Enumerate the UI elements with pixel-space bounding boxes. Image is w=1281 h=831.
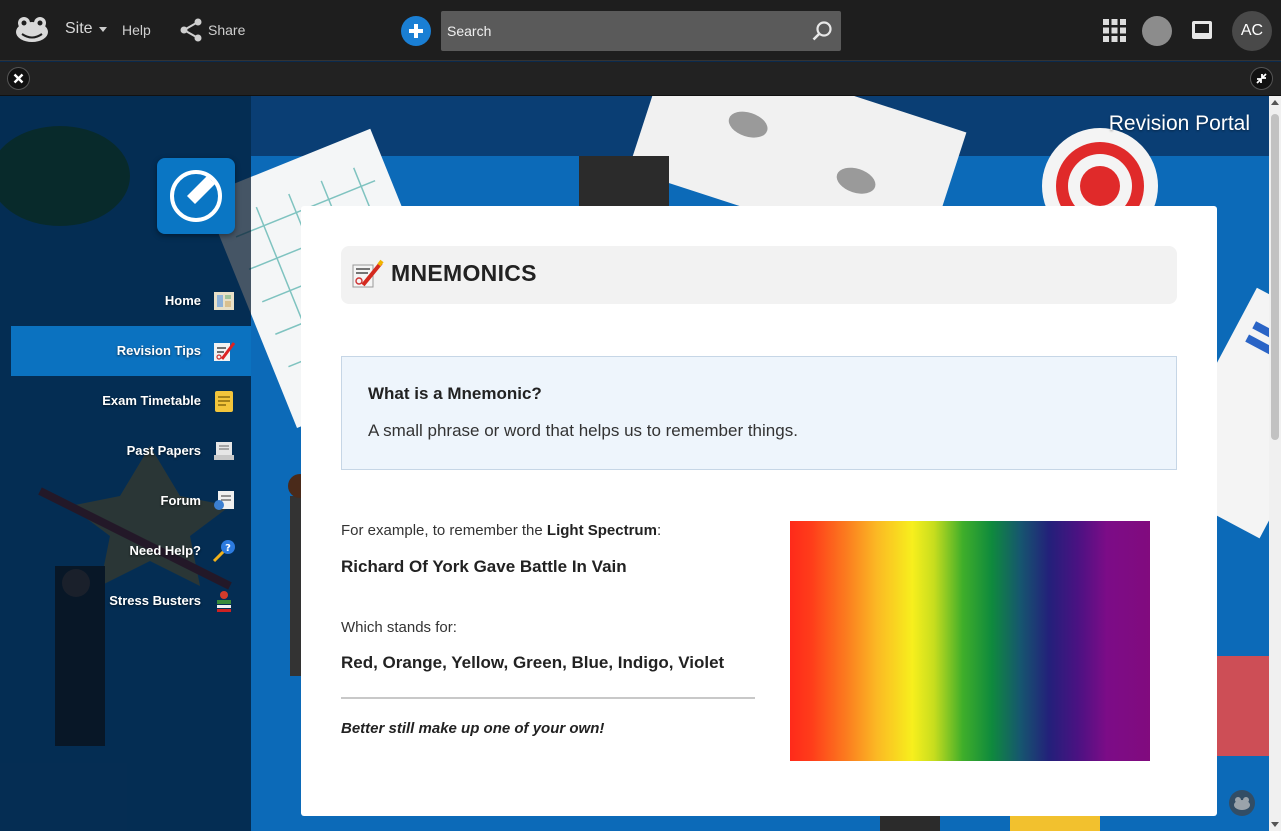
- scrollbar[interactable]: [1269, 96, 1281, 831]
- close-button[interactable]: [7, 67, 30, 90]
- share-icon[interactable]: [179, 17, 203, 43]
- example-intro: For example, to remember the Light Spect…: [341, 522, 661, 539]
- sidebar-item-stress-busters[interactable]: Stress Busters: [11, 576, 251, 626]
- sidebar-item-home[interactable]: Home: [11, 276, 251, 326]
- stands-for-label: Which stands for:: [341, 619, 457, 636]
- avatar[interactable]: AC: [1232, 11, 1272, 51]
- share-link[interactable]: Share: [208, 22, 245, 38]
- mnemonics-icon: [352, 259, 384, 288]
- light-spectrum-image: [790, 521, 1150, 761]
- edit-refresh-icon: [170, 170, 222, 222]
- sidebar-item-label: Revision Tips: [116, 343, 201, 358]
- scroll-thumb[interactable]: [1271, 114, 1279, 440]
- frog-logo-icon[interactable]: [14, 14, 50, 46]
- stress-busters-icon: [217, 591, 231, 612]
- status-indicator[interactable]: [1142, 16, 1172, 46]
- definition-box: What is a Mnemonic? A small phrase or wo…: [341, 356, 1177, 470]
- help-icon: ?: [212, 540, 235, 563]
- sidebar-item-need-help[interactable]: Need Help? ?: [11, 526, 251, 576]
- search-bar: [441, 11, 841, 51]
- search-input[interactable]: [447, 20, 797, 42]
- search-icon[interactable]: [811, 20, 833, 42]
- sidebar-item-label: Forum: [160, 493, 201, 508]
- sidebar-item-label: Need Help?: [129, 543, 201, 558]
- site-menu[interactable]: Site: [65, 20, 93, 38]
- example-intro-topic: Light Spectrum: [546, 522, 657, 539]
- window-toolbar: [0, 62, 1281, 96]
- sidebar-item-revision-tips[interactable]: Revision Tips: [11, 326, 251, 376]
- content-card: MNEMONICS What is a Mnemonic? A small ph…: [301, 206, 1217, 816]
- sidebar: Home Revision Tips Exam Timetable Past P…: [0, 96, 251, 831]
- timetable-icon: [215, 391, 233, 412]
- top-bar: Site Help Share AC: [0, 0, 1281, 61]
- frog-badge-icon[interactable]: [1229, 790, 1255, 816]
- revision-tips-icon: [214, 342, 236, 361]
- plus-icon: [409, 24, 423, 38]
- help-link[interactable]: Help: [122, 22, 151, 38]
- apps-grid-icon[interactable]: [1103, 19, 1126, 42]
- definition-text: A small phrase or word that helps us to …: [368, 421, 798, 440]
- divider: [341, 697, 755, 699]
- add-button[interactable]: [401, 16, 431, 46]
- sidebar-item-exam-timetable[interactable]: Exam Timetable: [11, 376, 251, 426]
- svg-text:?: ?: [225, 543, 231, 554]
- definition-title: What is a Mnemonic?: [368, 384, 542, 403]
- mnemonic-phrase: Richard Of York Gave Battle In Vain: [341, 557, 627, 576]
- frog-mini-icon: [1234, 797, 1250, 810]
- example-intro-suffix: :: [656, 522, 662, 539]
- close-icon: [13, 73, 24, 84]
- sidebar-item-label: Past Papers: [126, 443, 201, 458]
- inbox-icon[interactable]: [1191, 20, 1213, 40]
- spectrum-colours: Red, Orange, Yellow, Green, Blue, Indigo…: [341, 653, 725, 672]
- forum-icon: [214, 491, 234, 510]
- tip-text: Better still make up one of your own!: [341, 720, 605, 737]
- chevron-down-icon[interactable]: [99, 27, 107, 32]
- scroll-down-arrow-icon[interactable]: [1271, 822, 1279, 827]
- sidebar-item-label: Exam Timetable: [102, 393, 201, 408]
- page-heading: MNEMONICS: [341, 246, 1177, 304]
- home-icon: [214, 292, 234, 310]
- past-papers-icon: [214, 442, 234, 460]
- revision-logo[interactable]: [157, 158, 235, 234]
- collapse-icon: [1256, 73, 1267, 84]
- sidebar-item-past-papers[interactable]: Past Papers: [11, 426, 251, 476]
- page-title: MNEMONICS: [391, 260, 537, 286]
- sidebar-item-label: Stress Busters: [109, 593, 201, 608]
- portal-title: Revision Portal: [1108, 112, 1250, 135]
- example-intro-prefix: For example, to remember the: [341, 522, 547, 539]
- scroll-up-arrow-icon[interactable]: [1271, 100, 1279, 105]
- sidebar-item-label: Home: [164, 293, 201, 308]
- collapse-button[interactable]: [1250, 67, 1273, 90]
- sidebar-item-forum[interactable]: Forum: [11, 476, 251, 526]
